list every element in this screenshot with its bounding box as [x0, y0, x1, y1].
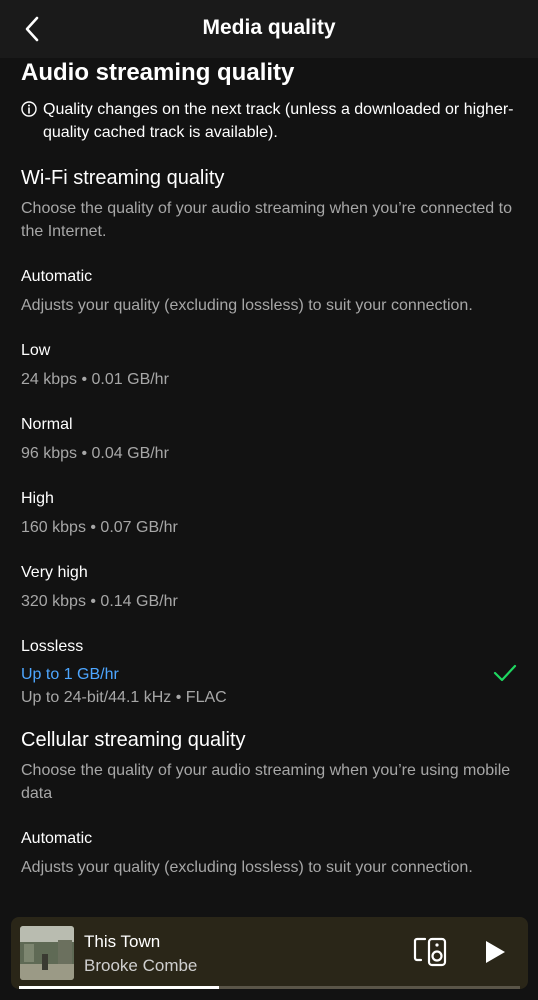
connect-devices-icon — [413, 937, 447, 967]
wifi-option-automatic[interactable]: Automatic Adjusts your quality (excludin… — [21, 265, 517, 317]
cellular-section-desc: Choose the quality of your audio streami… — [21, 762, 511, 802]
option-desc: Adjusts your quality (excluding lossless… — [21, 297, 473, 314]
option-desc: Up to 24-bit/44.1 kHz • FLAC — [21, 689, 227, 706]
settings-content: Audio streaming quality Quality changes … — [21, 58, 517, 879]
wifi-option-normal[interactable]: Normal 96 kbps • 0.04 GB/hr — [21, 413, 517, 465]
cellular-option-automatic[interactable]: Automatic Adjusts your quality (excludin… — [21, 827, 517, 879]
quality-notice: Quality changes on the next track (unles… — [21, 98, 517, 144]
track-title: This Town — [84, 932, 161, 951]
option-name: High — [21, 490, 54, 507]
wifi-section-title: Wi-Fi streaming quality — [21, 167, 225, 189]
play-button[interactable] — [479, 937, 509, 967]
option-name: Very high — [21, 564, 88, 581]
page-title: Media quality — [202, 16, 336, 39]
wifi-option-very-high[interactable]: Very high 320 kbps • 0.14 GB/hr — [21, 561, 517, 613]
option-name: Low — [21, 342, 51, 359]
wifi-option-low[interactable]: Low 24 kbps • 0.01 GB/hr — [21, 339, 517, 391]
checkmark-icon — [493, 664, 517, 682]
wifi-section-desc: Choose the quality of your audio streami… — [21, 200, 512, 240]
track-artist: Brooke Combe — [84, 956, 198, 975]
wifi-option-high[interactable]: High 160 kbps • 0.07 GB/hr — [21, 487, 517, 539]
option-desc: 24 kbps • 0.01 GB/hr — [21, 371, 169, 388]
playback-progress-fill — [19, 986, 220, 989]
option-name: Lossless — [21, 638, 84, 655]
info-icon — [21, 101, 37, 117]
audio-section-title: Audio streaming quality — [21, 59, 295, 86]
option-tag: Up to 1 GB/hr — [21, 666, 119, 683]
playback-progress-bar — [19, 986, 520, 989]
mini-player[interactable]: This Town Brooke Combe — [11, 917, 528, 989]
top-bar: Media quality — [0, 0, 538, 58]
option-name: Normal — [21, 416, 73, 433]
wifi-option-lossless[interactable]: Lossless Up to 1 GB/hr Up to 24-bit/44.1… — [21, 635, 517, 709]
option-desc: 160 kbps • 0.07 GB/hr — [21, 519, 178, 536]
option-desc: 96 kbps • 0.04 GB/hr — [21, 445, 169, 462]
option-name: Automatic — [21, 268, 93, 285]
option-desc: Adjusts your quality (excluding lossless… — [21, 859, 473, 876]
play-icon — [486, 941, 505, 963]
option-name: Automatic — [21, 830, 93, 847]
connect-devices-button[interactable] — [413, 936, 449, 968]
option-desc: 320 kbps • 0.14 GB/hr — [21, 593, 178, 610]
notice-text: Quality changes on the next track (unles… — [43, 101, 514, 141]
album-art — [20, 926, 74, 980]
cellular-section-title: Cellular streaming quality — [21, 729, 246, 751]
